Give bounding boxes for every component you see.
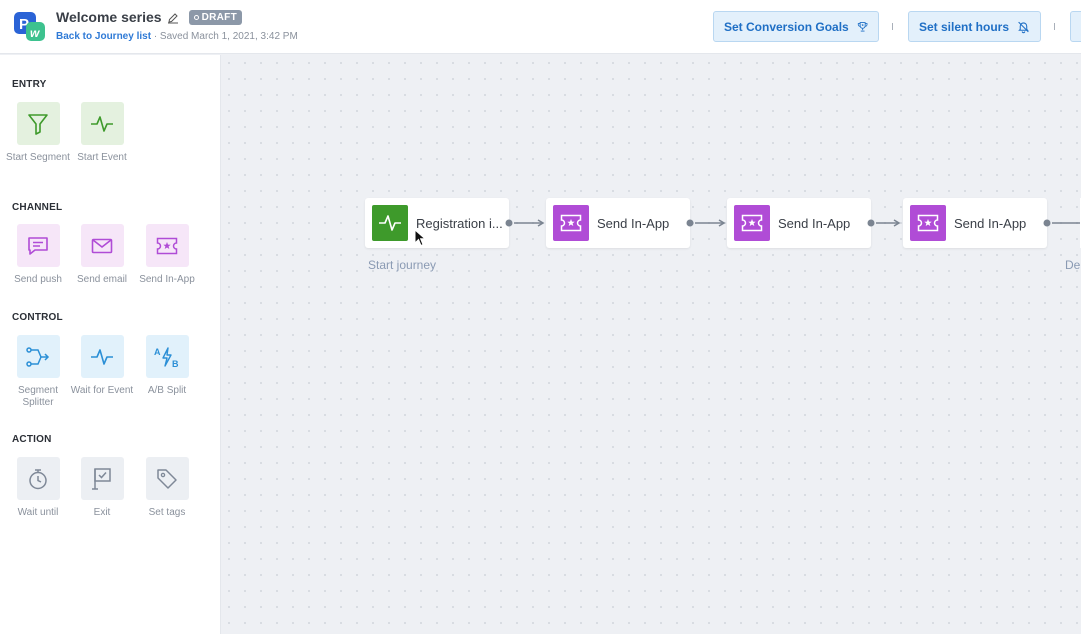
tile-label: Segment Splitter (17, 385, 59, 408)
tile-label: Send push (14, 274, 62, 285)
journey-canvas[interactable]: Registration i... Start journey Send In-… (221, 55, 1081, 634)
start-journey-caption: Start journey (368, 258, 437, 272)
journey-node-send-inapp[interactable]: Send In-App (727, 198, 871, 248)
tile-label: Set tags (148, 507, 186, 518)
connector-arrow (505, 219, 545, 227)
journey-title[interactable]: Welcome series (56, 9, 162, 25)
split-arrows-icon (16, 335, 60, 378)
top-header: P w Welcome series DRAFT Back to Journey… (0, 0, 1081, 54)
ticket-star-icon (145, 224, 189, 267)
header-button-partial[interactable] (1070, 11, 1081, 42)
tile-start-event[interactable]: Start Event (67, 102, 137, 164)
ticket-star-icon (910, 205, 946, 241)
tile-set-tags[interactable]: Set tags (132, 457, 202, 519)
tile-label: Start Event (77, 152, 127, 163)
section-title-action: ACTION (12, 434, 52, 445)
activity-icon (80, 335, 124, 378)
tile-send-push[interactable]: Send push (3, 224, 73, 286)
header-divider (1054, 23, 1055, 30)
tile-label: Send In-App (139, 274, 195, 285)
tag-icon (145, 457, 189, 500)
section-title-channel: CHANNEL (12, 202, 63, 213)
tile-ab-split[interactable]: AB A/B Split (132, 335, 202, 397)
node-label: Send In-App (954, 215, 1027, 231)
connector-arrow (867, 219, 901, 227)
set-silent-hours-button[interactable]: Set silent hours (908, 11, 1041, 42)
status-badge-label: DRAFT (201, 11, 237, 23)
node-caption-partial: De (1065, 258, 1081, 272)
tile-label: Start Segment (6, 152, 70, 163)
mouse-cursor-icon (414, 229, 426, 247)
set-conversion-goals-button[interactable]: Set Conversion Goals (713, 11, 879, 42)
tile-label: A/B Split (147, 385, 187, 396)
journey-node-send-inapp[interactable]: Send In-App (903, 198, 1047, 248)
journey-node-send-inapp[interactable]: Send In-App (546, 198, 690, 248)
ticket-star-icon (553, 205, 589, 241)
node-label: Registration i... (416, 215, 503, 231)
exit-flag-icon (80, 457, 124, 500)
svg-text:w: w (30, 26, 40, 40)
tile-wait-until[interactable]: Wait until (3, 457, 73, 519)
status-badge: DRAFT (188, 9, 242, 25)
back-to-list-link[interactable]: Back to Journey list (56, 31, 151, 42)
tile-exit[interactable]: Exit (67, 457, 137, 519)
ticket-star-icon (734, 205, 770, 241)
element-palette: ENTRY Start Segment Start Event CHANNEL … (0, 55, 221, 634)
tile-label: Exit (93, 507, 111, 518)
section-title-control: CONTROL (12, 312, 63, 323)
bell-off-icon (1018, 21, 1029, 33)
tile-send-inapp[interactable]: Send In-App (132, 224, 202, 286)
svg-text:B: B (172, 359, 179, 368)
section-title-entry: ENTRY (12, 79, 47, 90)
node-label: Send In-App (597, 215, 670, 231)
app-logo: P w (14, 12, 46, 42)
node-label: Send In-App (778, 215, 851, 231)
connector-arrow (1043, 219, 1081, 227)
filter-icon (16, 102, 60, 145)
envelope-icon (80, 224, 124, 267)
stopwatch-icon (16, 457, 60, 500)
journey-node-registration[interactable]: Registration i... (365, 198, 509, 248)
activity-icon (372, 205, 408, 241)
status-dot-icon (193, 14, 199, 20)
set-conversion-goals-label: Set Conversion Goals (724, 19, 849, 34)
tile-segment-splitter[interactable]: Segment Splitter (3, 335, 73, 409)
tile-wait-for-event[interactable]: Wait for Event (67, 335, 137, 397)
svg-text:A: A (154, 347, 161, 357)
set-silent-hours-label: Set silent hours (919, 19, 1010, 34)
saved-timestamp: · Saved March 1, 2021, 3:42 PM (153, 31, 298, 42)
tile-send-email[interactable]: Send email (67, 224, 137, 286)
tile-label: Send email (76, 274, 128, 285)
tile-label: Wait until (17, 507, 59, 518)
tile-start-segment[interactable]: Start Segment (3, 102, 73, 164)
connector-arrow (686, 219, 726, 227)
trophy-icon (857, 21, 868, 32)
pencil-icon[interactable] (167, 11, 179, 24)
header-divider (892, 23, 893, 30)
activity-icon (80, 102, 124, 145)
ab-split-icon: AB (145, 335, 189, 378)
tile-label: Wait for Event (70, 385, 134, 396)
message-icon (16, 224, 60, 267)
